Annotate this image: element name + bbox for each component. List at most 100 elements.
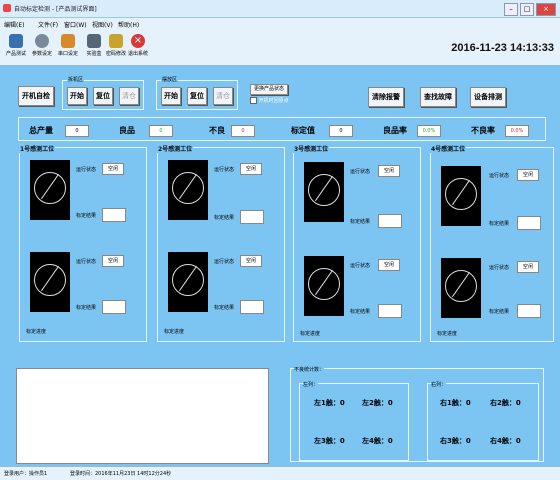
calib-result-label: 标定结果 — [489, 309, 510, 315]
right-clear-button[interactable]: 清仓 — [213, 87, 233, 105]
left-reset-button[interactable]: 复位 — [93, 87, 113, 105]
run-state-value: 空闲 — [240, 163, 262, 175]
calib-result-value — [240, 210, 264, 224]
bad-stats-panel: 不良统计数： 左列： 左1触：0 左2触：0 左3触：0 左4触：0 右列： 右… — [290, 366, 544, 462]
device-debug-button[interactable]: 设备排测 — [470, 87, 506, 107]
good-label: 良品 — [119, 126, 135, 135]
stats-row: 总产量 0 良品 0 不良 0 标定值 0 良品率 0.0% 不良率 0.0% — [18, 117, 546, 141]
serial-port-icon — [61, 34, 75, 48]
run-state-label: 运行状态 — [350, 263, 371, 269]
exit-tool[interactable]: × 退出系统 — [126, 34, 150, 57]
station-4-panel: 4号感测工位 运行状态 空闲 标定结果 运行状态 空闲 标定结果 标定进度 — [430, 144, 554, 342]
run-state-value: 空闲 — [517, 261, 539, 273]
status-bar: 登录用户：操作员1 登录时间：2016年11月23日 14时12分24秒 — [0, 466, 560, 480]
exit-icon: × — [131, 34, 145, 48]
calib-result-value — [517, 216, 541, 230]
calib-result-label: 标定结果 — [350, 309, 371, 315]
log-area[interactable] — [16, 368, 269, 464]
menu-view[interactable]: 视图(V) — [92, 20, 113, 29]
title-bar: 自动标定检测 - [产品测试界面] – □ × — [0, 0, 560, 18]
station-3-panel: 3号感测工位 运行状态 空闲 标定结果 运行状态 空闲 标定结果 标定进度 — [293, 144, 421, 342]
menu-file[interactable]: 文件(F) — [38, 20, 58, 29]
auto-return-checkbox[interactable]: 开机时回原点 — [250, 97, 289, 104]
calib-result-value — [240, 300, 264, 314]
right-count-1: 右1触：0 — [440, 399, 471, 407]
run-state-value: 空闲 — [240, 255, 262, 267]
right-count-4: 右4触：0 — [490, 437, 521, 445]
tool-label: 产品测试 — [5, 51, 26, 57]
total-value: 0 — [65, 125, 89, 137]
test-box-tool[interactable]: 实验盒 — [82, 34, 106, 57]
good-rate-value: 0.0% — [417, 125, 441, 137]
station-1-panel: 1号感测工位 运行状态 空闲 标定结果 运行状态 空闲 标定结果 标定进度 — [19, 144, 147, 342]
clear-alarm-button[interactable]: 清除报警 — [368, 87, 404, 107]
close-icon[interactable]: × — [536, 3, 556, 16]
left-group: 拆机区 开始 复位 清仓 — [62, 76, 144, 110]
maximize-icon[interactable]: □ — [520, 3, 534, 16]
monitor-icon — [9, 34, 23, 48]
left-count-4: 左4触：0 — [362, 437, 393, 445]
run-state-value: 空闲 — [378, 259, 400, 271]
find-fault-button[interactable]: 查找故障 — [420, 87, 456, 107]
calib-result-label: 标定结果 — [76, 213, 97, 219]
run-state-value: 空闲 — [378, 165, 400, 177]
run-state-label: 运行状态 — [489, 173, 510, 179]
right-column-title: 右列： — [431, 381, 447, 388]
right-column-group: 右列： 右1触：0 右2触：0 右3触：0 右4触：0 — [427, 381, 539, 461]
calib-result-label: 标定结果 — [489, 221, 510, 227]
station-title: 1号感测工位 — [19, 144, 56, 153]
total-label: 总产量 — [29, 126, 53, 135]
app-icon — [3, 4, 11, 12]
left-count-2: 左2触：0 — [362, 399, 393, 407]
change-product-button[interactable]: 更换产品状态 — [250, 84, 288, 95]
left-column-title: 左列： — [303, 381, 319, 388]
right-group: 摆放区 开始 复位 清仓 — [156, 76, 238, 110]
tool-label: 密码修改 — [105, 51, 126, 57]
bad-value: 0 — [231, 125, 255, 137]
menu-bar: 编辑(E) 文件(F) 窗口(W) 视图(V) 帮助(H) — [0, 18, 560, 30]
power-on-check-button[interactable]: 开机自检 — [18, 86, 54, 106]
run-state-value: 空闲 — [102, 255, 124, 267]
right-reset-button[interactable]: 复位 — [187, 87, 207, 105]
run-state-value: 空闲 — [102, 163, 124, 175]
window-title: 自动标定检测 - [产品测试界面] — [14, 6, 97, 13]
menu-window[interactable]: 窗口(W) — [64, 20, 87, 29]
gauge-display — [441, 166, 481, 226]
good-value: 0 — [149, 125, 173, 137]
status-login-time: 登录时间：2016年11月23日 14时12分24秒 — [70, 471, 172, 477]
run-state-label: 运行状态 — [350, 169, 371, 175]
calib-result-label: 标定结果 — [76, 305, 97, 311]
left-clear-button[interactable]: 清仓 — [119, 87, 139, 105]
bad-rate-value: 0.0% — [505, 125, 529, 137]
datetime-display: 2016-11-23 14:13:33 — [451, 42, 554, 54]
bad-rate-label: 不良率 — [471, 126, 495, 135]
password-tool[interactable]: 密码修改 — [104, 34, 128, 57]
run-state-label: 运行状态 — [76, 259, 97, 265]
run-state-value: 空闲 — [517, 169, 539, 181]
menu-help[interactable]: 帮助(H) — [118, 20, 139, 29]
serial-setting-tool[interactable]: 串口设定 — [56, 34, 80, 57]
gauge-display — [304, 162, 344, 222]
run-state-label: 运行状态 — [489, 265, 510, 271]
station-title: 2号感测工位 — [157, 144, 194, 153]
station-2-panel: 2号感测工位 运行状态 空闲 标定结果 运行状态 空闲 标定结果 标定进度 — [157, 144, 285, 342]
bad-stats-title: 不良统计数： — [294, 366, 325, 373]
nominal-label: 标定值 — [291, 126, 315, 135]
right-start-button[interactable]: 开始 — [161, 87, 181, 105]
left-start-button[interactable]: 开始 — [67, 87, 87, 105]
calib-result-label: 标定结果 — [214, 215, 235, 221]
menu-edit[interactable]: 编辑(E) — [4, 20, 24, 29]
calib-progress-label: 标定进度 — [300, 331, 321, 337]
tool-label: 串口设定 — [57, 51, 78, 57]
gauge-display — [30, 252, 70, 312]
calib-result-value — [378, 214, 402, 228]
calib-result-value — [102, 300, 126, 314]
gauge-display — [30, 160, 70, 220]
calib-result-value — [517, 304, 541, 318]
gauge-display — [168, 160, 208, 220]
product-test-tool[interactable]: 产品测试 — [4, 34, 28, 57]
gauge-display — [168, 252, 208, 312]
minimize-icon[interactable]: – — [504, 3, 518, 16]
param-setting-tool[interactable]: 参数设定 — [30, 34, 54, 57]
left-count-1: 左1触：0 — [314, 399, 345, 407]
